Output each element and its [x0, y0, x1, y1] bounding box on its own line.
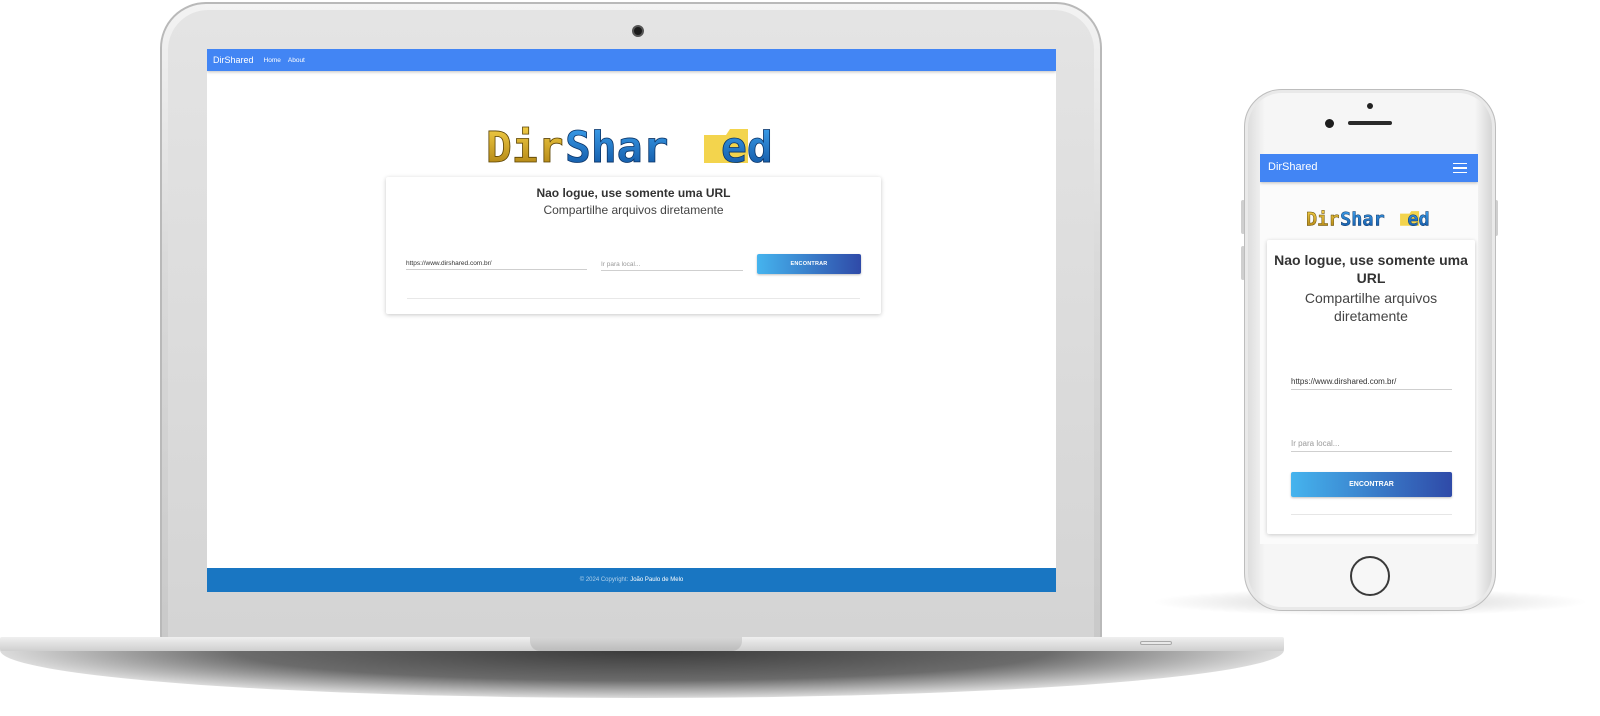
laptop-screen: DirShared Home About Dir Shar ed Nao log… — [207, 49, 1056, 592]
nav-link-home[interactable]: Home — [264, 57, 281, 64]
phone-camera — [1325, 119, 1334, 128]
mobile-url-input[interactable] — [1291, 377, 1452, 390]
mobile-hero-subtitle: Compartilhe arquivos diretamente — [1304, 290, 1438, 324]
svg-text:Dir: Dir — [486, 125, 564, 165]
phone-speaker — [1348, 121, 1392, 125]
svg-text:Shar: Shar — [1340, 209, 1385, 229]
phone-sensor — [1367, 103, 1373, 109]
hero-title: Nao logue, use somente uma URL — [536, 186, 731, 200]
laptop-port — [1140, 641, 1172, 645]
laptop-base-notch — [530, 637, 742, 651]
location-input[interactable] — [601, 261, 743, 271]
mobile-navbar: DirShared — [1260, 154, 1478, 182]
svg-text:ed: ed — [721, 125, 773, 165]
find-button[interactable]: ENCONTRAR — [757, 254, 861, 274]
url-input[interactable] — [406, 260, 587, 270]
dirshared-logo: Dir Shar ed — [486, 125, 773, 165]
laptop-camera — [632, 25, 644, 37]
mobile-find-button[interactable]: ENCONTRAR — [1291, 472, 1452, 497]
navbar-brand[interactable]: DirShared — [213, 55, 254, 65]
hamburger-menu-icon[interactable] — [1453, 163, 1467, 173]
footer: © 2024 Copyright: João Paulo de Melo — [207, 568, 1056, 592]
phone-screen: DirShared Dir Shar ed Nao logue, use som… — [1260, 154, 1478, 544]
phone-home-button[interactable] — [1350, 556, 1390, 596]
nav-link-about[interactable]: About — [288, 57, 305, 64]
card-divider — [407, 298, 860, 299]
footer-author-link[interactable]: João Paulo de Melo — [630, 577, 683, 583]
mobile-hero-title: Nao logue, use somente uma URL — [1274, 252, 1468, 286]
svg-text:ed: ed — [1407, 209, 1429, 229]
mobile-navbar-brand[interactable]: DirShared — [1268, 161, 1318, 173]
navbar: DirShared Home About — [207, 49, 1056, 71]
svg-text:Dir: Dir — [1306, 209, 1340, 229]
search-card: Nao logue, use somente uma URL Compartil… — [386, 177, 881, 314]
hero-subtitle: Compartilhe arquivos diretamente — [543, 203, 724, 217]
mobile-location-input[interactable] — [1291, 439, 1452, 452]
mobile-search-card: Nao logue, use somente uma URL Compartil… — [1267, 240, 1475, 534]
laptop-shadow — [0, 650, 1284, 698]
svg-text:Shar: Shar — [565, 125, 669, 165]
footer-copyright: © 2024 Copyright: — [579, 577, 629, 583]
mobile-dirshared-logo: Dir Shar ed — [1306, 209, 1430, 229]
mobile-card-divider — [1291, 514, 1452, 515]
